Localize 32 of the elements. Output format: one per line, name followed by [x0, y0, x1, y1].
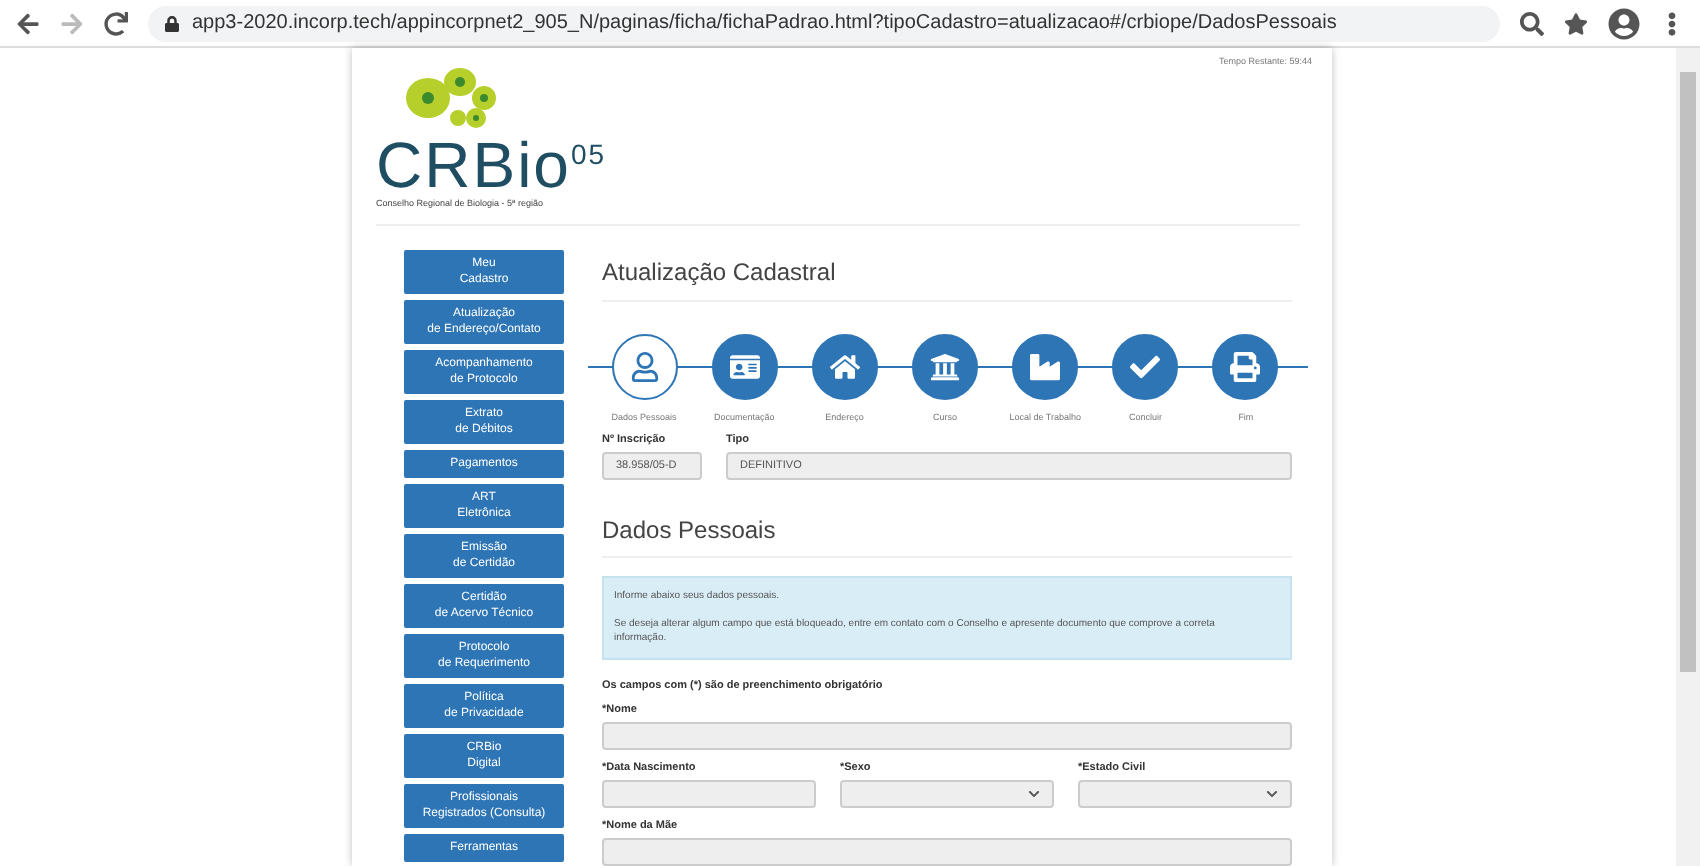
step-button[interactable]	[811, 334, 878, 400]
lock-icon	[164, 15, 180, 31]
input-field[interactable]	[602, 722, 1292, 750]
step-button[interactable]	[711, 334, 778, 400]
chevron-icon	[1028, 788, 1040, 800]
reload-icon[interactable]	[104, 11, 128, 35]
step-button[interactable]	[1212, 334, 1279, 400]
page-title: Atualização Cadastral	[602, 250, 1292, 302]
id-card-icon	[729, 352, 760, 382]
profile-icon[interactable]	[1608, 7, 1640, 39]
house-icon	[829, 352, 860, 382]
step-button[interactable]	[1012, 334, 1079, 400]
select-field[interactable]	[840, 780, 1054, 808]
bank-building-icon	[929, 352, 960, 382]
back-icon[interactable]	[16, 11, 40, 35]
chevron-icon	[1266, 788, 1278, 800]
step-button[interactable]	[611, 334, 677, 400]
printer-icon	[1230, 352, 1261, 382]
step-button[interactable]	[911, 334, 978, 400]
user-icon	[629, 352, 659, 382]
factory-icon	[1030, 352, 1061, 382]
zoom-icon[interactable]	[1520, 11, 1544, 35]
input-field[interactable]	[602, 838, 1292, 866]
scrollbar[interactable]	[1676, 48, 1700, 866]
step-button[interactable]	[1112, 334, 1179, 400]
input-field[interactable]	[602, 780, 816, 808]
checkmark-icon	[1130, 352, 1161, 382]
address-bar[interactable]: app3-2020.incorp.tech/appincorpnet2_905_N/paginas/ficha/fichaPadrao.html?tipoCadastro=atualizacao#/crbiope/DadosPessoais	[148, 5, 1500, 41]
logo-text: CRBio$^{05}$	[376, 127, 609, 198]
star-icon[interactable]	[1564, 11, 1588, 35]
section-title: Dados Pessoais	[602, 508, 1292, 558]
select-field[interactable]	[1078, 780, 1292, 808]
